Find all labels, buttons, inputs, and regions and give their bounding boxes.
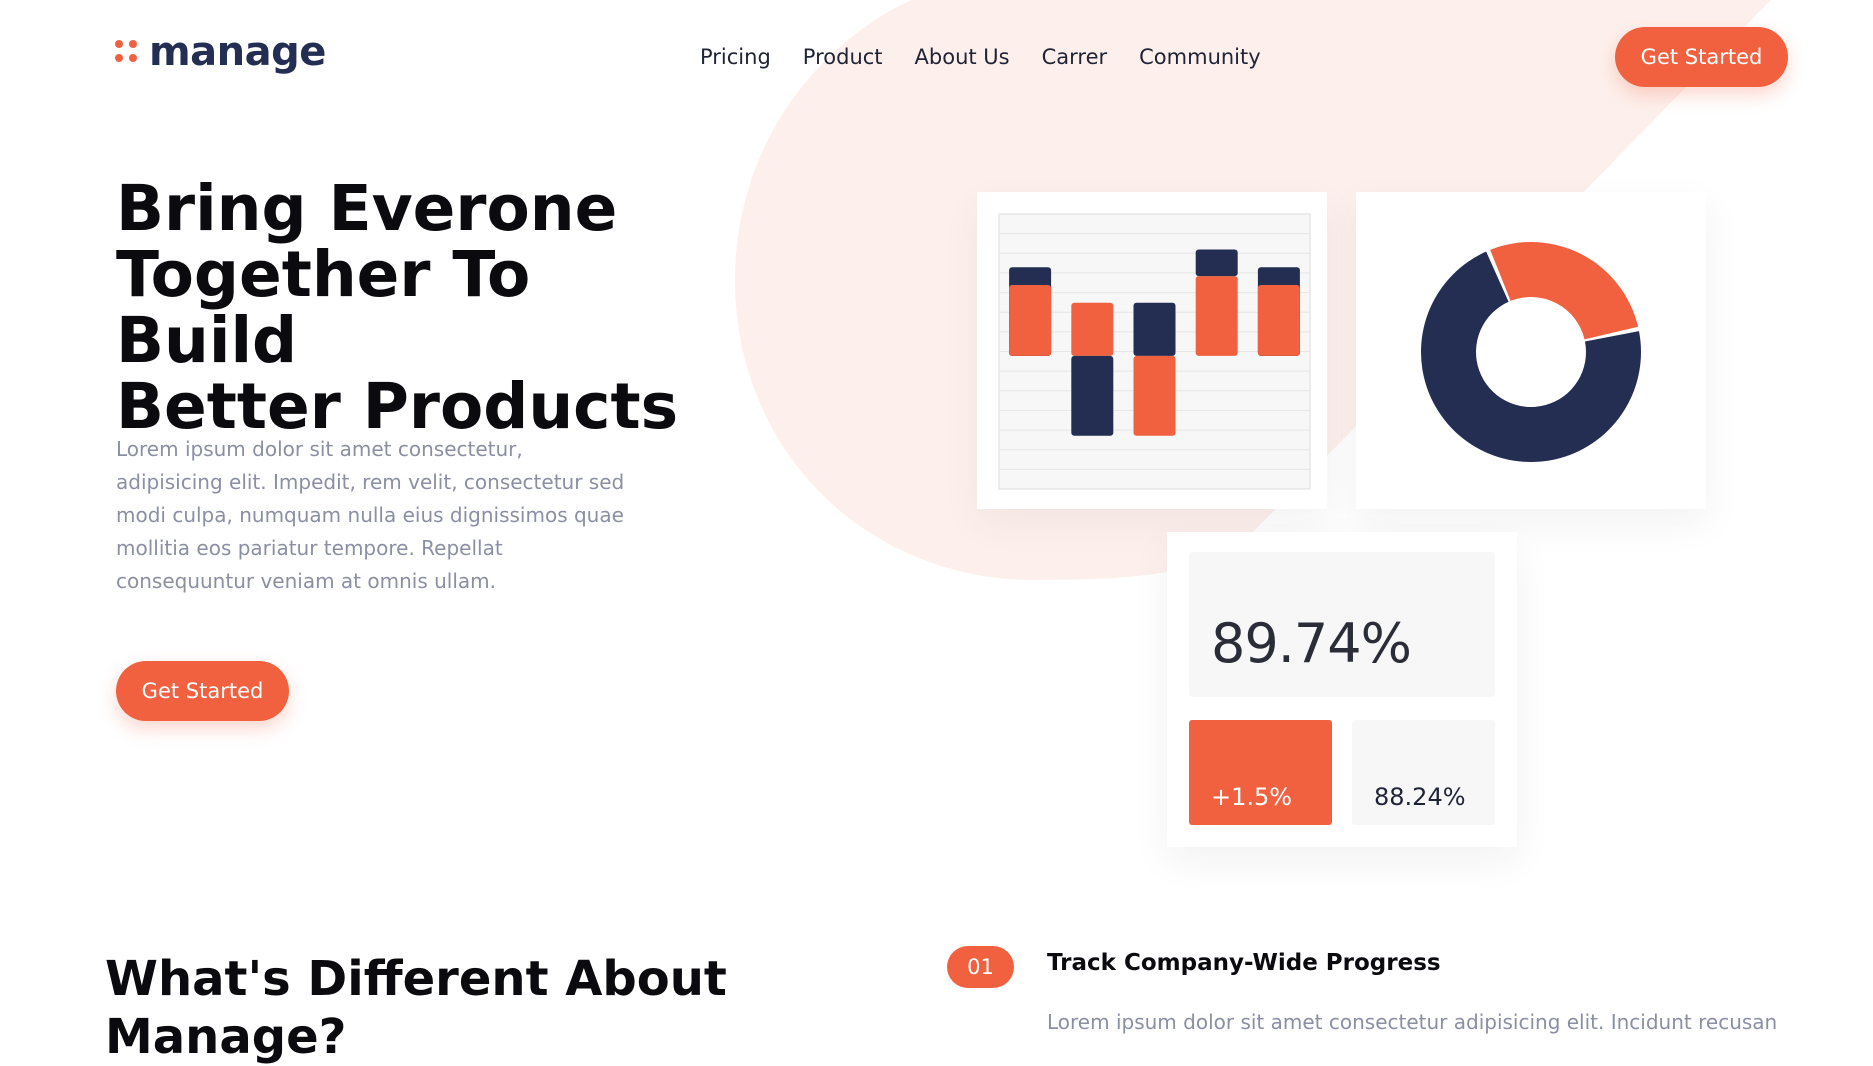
feature-number-badge: 01 [947,946,1014,988]
bar-3-series-1 [1133,355,1176,436]
stat-main-value: 89.74% [1211,612,1412,675]
logo-text: manage [149,29,326,75]
bar-3-series-2 [1133,302,1176,356]
stat-secondary-value: 88.24% [1374,783,1466,811]
nav-product[interactable]: Product [803,45,883,69]
section-title: What's Different About Manage? [105,951,727,1065]
bar-chart-card [977,192,1327,509]
logo-dots-icon [115,40,139,64]
bar-1-overlay [1009,284,1052,356]
nav-community[interactable]: Community [1139,45,1261,69]
stat-secondary-panel: 88.24% [1352,720,1495,825]
bar-5-overlay [1257,284,1300,356]
hero-title-line-1: Bring Everone [116,172,618,245]
main-nav: Pricing Product About Us Carrer Communit… [700,45,1261,69]
bar-2-series-2 [1071,355,1114,436]
bar-4-series-2 [1195,249,1238,277]
stat-change-panel: +1.5% [1189,720,1332,825]
stat-main-panel: 89.74% [1189,552,1495,697]
logo[interactable]: manage [115,32,326,72]
bar-chart [998,213,1311,490]
donut-chart-card [1356,192,1706,509]
hero-get-started-button[interactable]: Get Started [116,661,289,721]
nav-carrer[interactable]: Carrer [1042,45,1108,69]
stats-card: 89.74% +1.5% 88.24% [1167,532,1517,847]
header-get-started-button[interactable]: Get Started [1615,27,1788,87]
hero-title-line-2: Together To Build [116,238,531,377]
nav-pricing[interactable]: Pricing [700,45,771,69]
bar-4-series-1 [1195,276,1238,356]
feature-text: Lorem ipsum dolor sit amet consectetur a… [1047,1010,1777,1034]
bar-2-series-1 [1071,302,1114,356]
donut-slice-1 [1490,242,1639,340]
stat-change-value: +1.5% [1211,783,1293,811]
hero-title: Bring Everone Together To Build Better P… [116,176,716,440]
site-header: manage Pricing Product About Us Carrer C… [0,0,1873,116]
donut-chart [1421,242,1641,462]
hero-description: Lorem ipsum dolor sit amet consectetur, … [116,437,625,593]
feature-title: Track Company-Wide Progress [1047,950,1441,976]
nav-about-us[interactable]: About Us [915,45,1010,69]
